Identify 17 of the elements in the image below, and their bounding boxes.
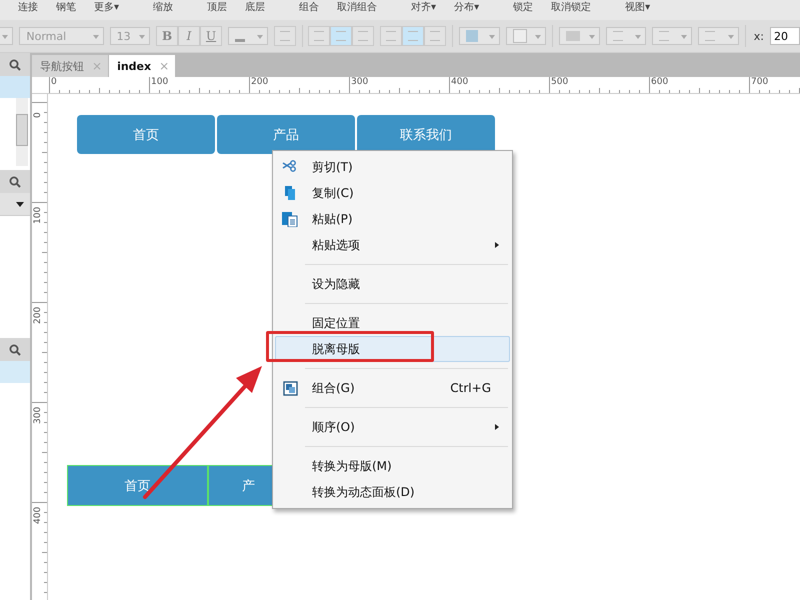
ruler-label: 300 <box>351 77 368 87</box>
ruler-label: 500 <box>551 77 568 87</box>
shortcut-label: Ctrl+G <box>450 381 491 395</box>
ruler-label: 200 <box>33 305 43 326</box>
ruler-label: 100 <box>33 205 43 226</box>
ruler-label: 200 <box>251 77 268 87</box>
ruler-label: 0 <box>51 77 57 87</box>
ruler-label: 300 <box>33 405 43 426</box>
ruler-label: 0 <box>33 111 43 120</box>
tab-label: 导航按钮 <box>40 58 84 74</box>
ruler-label: 400 <box>451 77 468 87</box>
ruler-label: 700 <box>751 77 768 87</box>
ruler-label: 100 <box>151 77 168 87</box>
tab-label: index <box>117 60 152 72</box>
x-label: x: <box>754 30 764 42</box>
ruler-label: 400 <box>33 505 43 526</box>
ruler-label: 600 <box>651 77 668 87</box>
